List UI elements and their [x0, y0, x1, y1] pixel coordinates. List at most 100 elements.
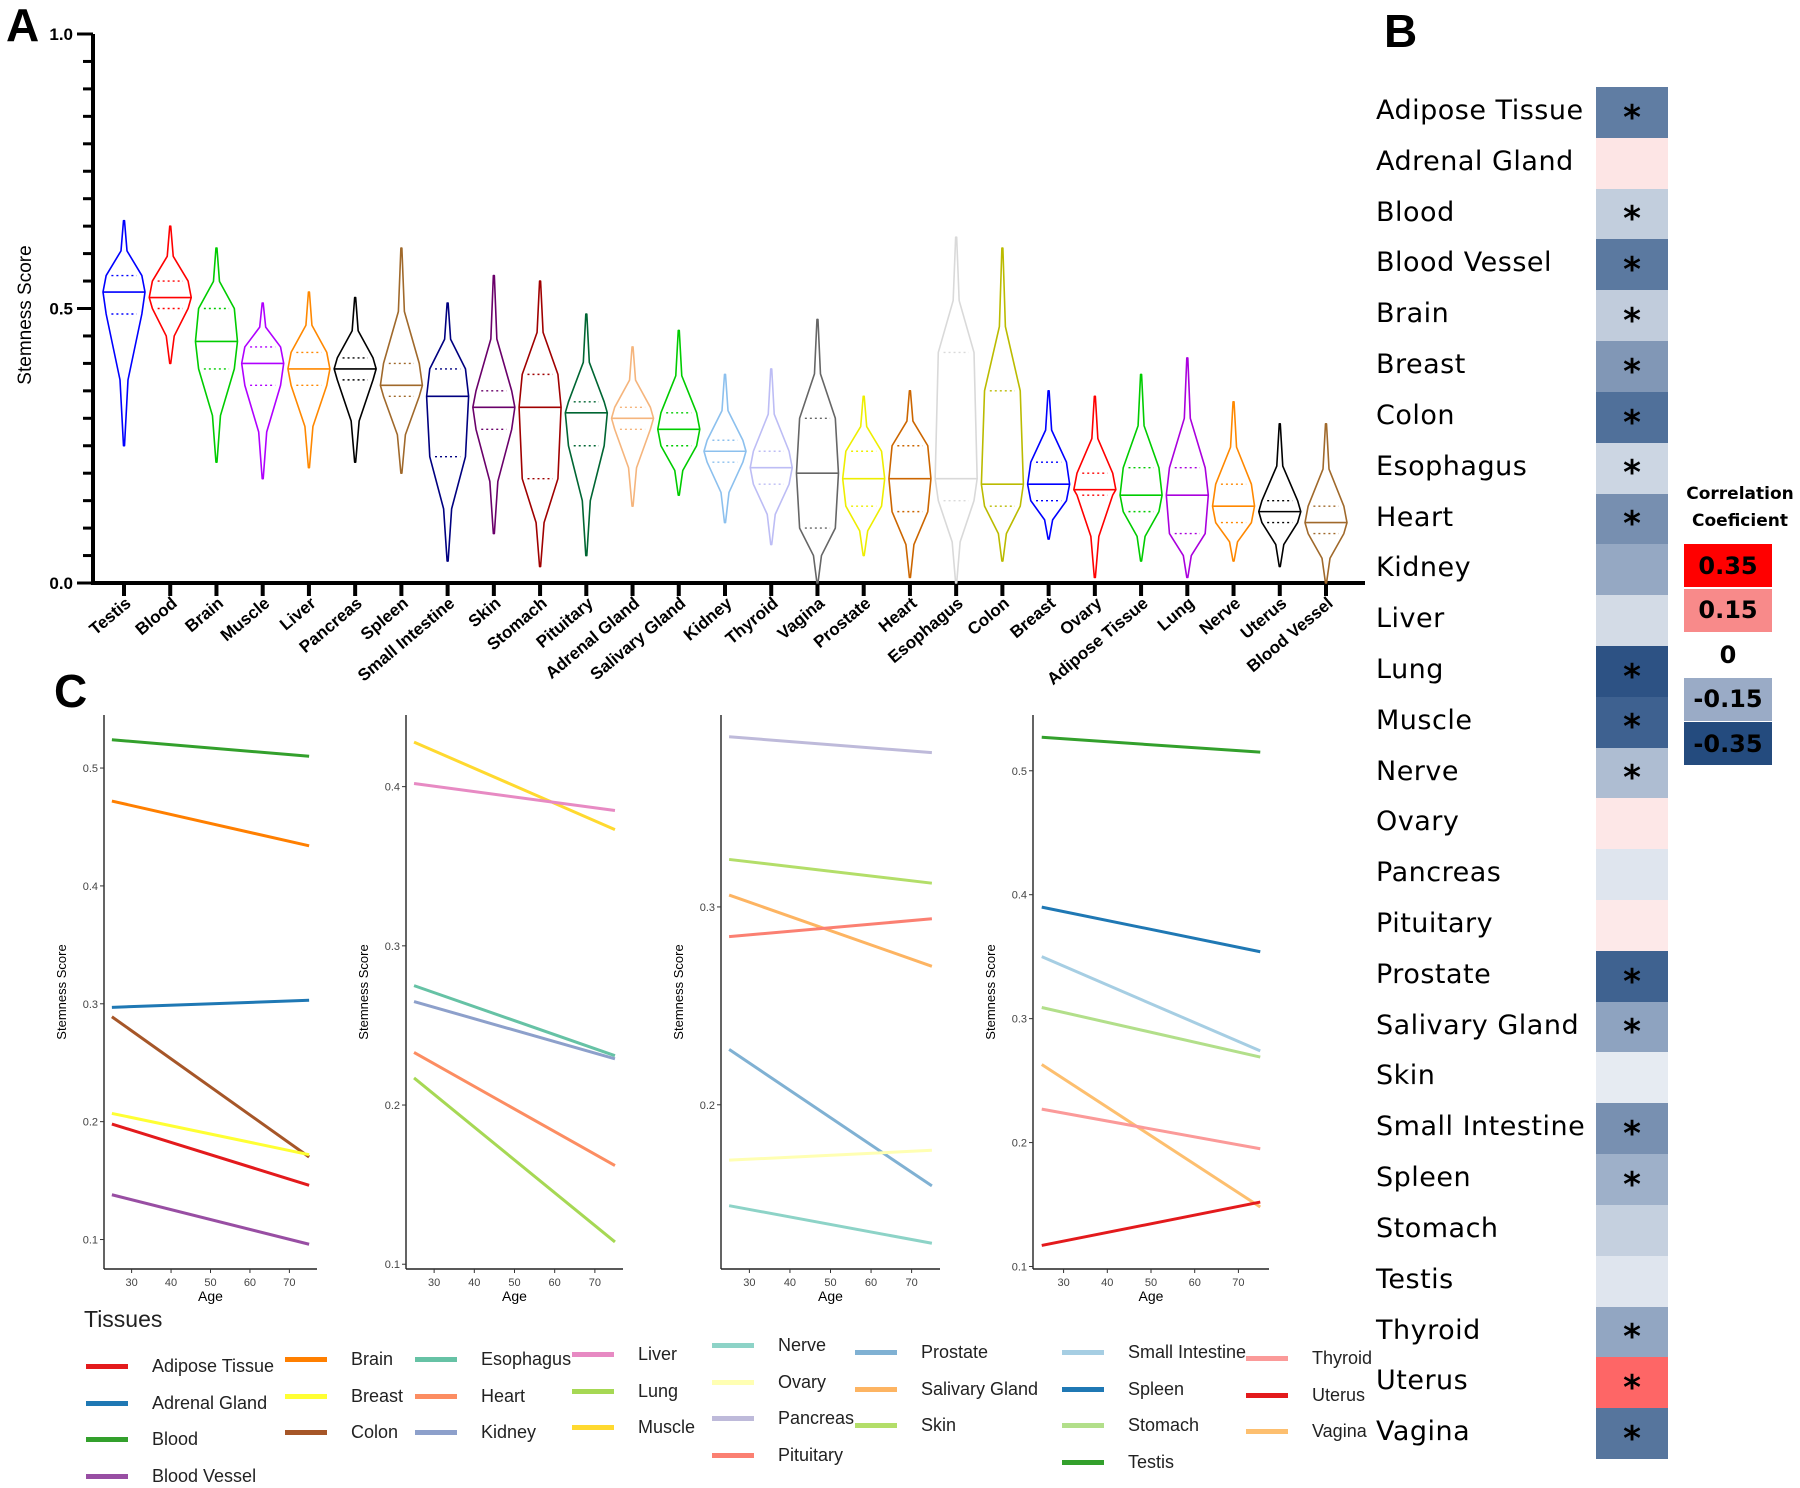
heatmap-row-label: Blood — [1376, 196, 1455, 228]
trend-line-skin — [728, 857, 933, 885]
legend-label: Heart — [481, 1385, 526, 1406]
legend-swatch — [415, 1430, 457, 1435]
heatmap-row-label: Skin — [1376, 1060, 1436, 1092]
heatmap-cell-thyroid: * — [1596, 1306, 1668, 1358]
trend-line-spleen — [1041, 905, 1261, 954]
violin-pituitary — [564, 313, 609, 557]
legend-item-muscle: Muscle — [572, 1417, 695, 1438]
heatmap-row-label: Small Intestine — [1376, 1111, 1586, 1143]
heatmap-row-label: Lung — [1376, 653, 1444, 685]
scale-label: -0.15 — [1693, 685, 1763, 713]
trend-line-nerve — [728, 1204, 933, 1245]
heatmap-row-label: Heart — [1376, 501, 1454, 533]
violin-y-tick-label: 0.5 — [49, 300, 73, 319]
legend-label: Small Intestine — [1128, 1342, 1247, 1362]
trend-line-lung — [413, 1076, 616, 1244]
heatmap-row-label: Pancreas — [1376, 857, 1502, 889]
violin-kidney — [703, 373, 747, 524]
legend-item-small-intestine: Small Intestine — [1062, 1342, 1246, 1363]
heatmap-row-label: Nerve — [1376, 755, 1459, 787]
heatmap-row-label: Liver — [1376, 603, 1445, 635]
legend-label: Brain — [351, 1349, 394, 1369]
significance-asterisk: * — [1623, 453, 1641, 494]
heatmap-cell-pancreas — [1596, 849, 1668, 901]
line-chart-4: 0.10.20.30.40.530 40 50 60 70AgeStemness Sco… — [983, 715, 1269, 1304]
violin-outline — [287, 291, 331, 469]
correlation-scale: 0.35 0.15 0 -0.15 -0.35 — [1684, 544, 1772, 766]
violin-skin — [472, 274, 516, 535]
significance-asterisk: * — [1623, 707, 1641, 748]
significance-asterisk: * — [1623, 1368, 1641, 1409]
line-chart-x-tick-label: 70 — [905, 1277, 917, 1289]
line-chart-2: 0.10.20.30.430 40 50 60 70AgeStemness Score — [356, 715, 623, 1304]
trend-line-esophagus — [413, 984, 616, 1058]
violin-colon — [980, 247, 1025, 562]
significance-asterisk: * — [1623, 300, 1641, 341]
scale-swatch: 0.15 — [1684, 588, 1772, 632]
line-chart-y-tick-label: 0.4 — [1012, 890, 1027, 902]
trend-line-kidney — [413, 1000, 616, 1061]
line-chart-x-tick-label: 30 — [1057, 1277, 1069, 1289]
heatmap-cell-pituitary — [1596, 900, 1668, 952]
line-chart-x-tick-label: 70 — [283, 1277, 295, 1289]
trend-line-liver — [413, 781, 616, 813]
violin-esophagus — [934, 236, 978, 584]
violin-thyroid — [749, 368, 794, 546]
legend-swatch — [572, 1388, 614, 1394]
scale-label: -0.35 — [1693, 729, 1763, 758]
legend-swatch — [285, 1357, 327, 1362]
violin-lung — [1165, 357, 1210, 579]
violin-outline — [1026, 390, 1071, 540]
violin-heart — [888, 390, 932, 579]
heatmap-row-label: Stomach — [1376, 1212, 1499, 1244]
violin-brain — [194, 247, 239, 464]
violin-outline — [934, 236, 978, 584]
violin-vagina — [795, 318, 840, 584]
violin-ovary — [1073, 395, 1117, 579]
heatmap-row-label: Blood Vessel — [1376, 247, 1553, 279]
line-chart-y-tick-label: 0.1 — [1012, 1262, 1027, 1274]
scale-label: 0.35 — [1698, 551, 1758, 580]
trend-line-blood — [111, 738, 310, 758]
legend-label: Pancreas — [778, 1408, 855, 1428]
line-chart-x-tick-label: 60 — [244, 1277, 256, 1289]
line-chart-x-axis-label: Age — [198, 1288, 223, 1304]
line-chart-x-axis-label: Age — [502, 1288, 527, 1304]
violin-outline — [1165, 357, 1210, 579]
legend-item-kidney: Kidney — [415, 1422, 536, 1443]
violin-y-tick-label: 1.0 — [49, 25, 73, 44]
violin-outline — [148, 225, 193, 365]
legend-item-liver: Liver — [572, 1344, 677, 1365]
violin-outline — [564, 313, 609, 557]
trend-line-pancreas — [728, 735, 933, 755]
violin-blood — [148, 225, 193, 365]
line-chart-x-tick-label: 60 — [549, 1277, 561, 1289]
legend-swatch — [86, 1473, 128, 1479]
line-chart-x-tick-label: 70 — [1232, 1277, 1244, 1289]
heatmap-row-label: Pituitary — [1376, 908, 1494, 940]
violin-prostate — [841, 395, 886, 557]
heatmap-cell-brain: * — [1596, 290, 1668, 342]
significance-asterisk: * — [1623, 504, 1641, 545]
legend-swatch — [712, 1343, 754, 1348]
violin-x-tick-label: Breast — [1006, 593, 1059, 642]
heatmap-row-label: Ovary — [1376, 806, 1460, 838]
legend-swatch — [712, 1452, 754, 1458]
legend-swatch — [1062, 1423, 1104, 1428]
legend-item-brain: Brain — [285, 1349, 393, 1370]
heatmap-row-label: Vagina — [1376, 1416, 1471, 1448]
heatmap-row-label: Colon — [1376, 399, 1456, 431]
legend-item-colon: Colon — [285, 1422, 398, 1443]
scale-swatch: 0.35 — [1684, 544, 1772, 587]
line-chart-x-tick-label: 40 — [1101, 1277, 1113, 1289]
legend-item-esophagus: Esophagus — [415, 1349, 571, 1370]
legend-label: Breast — [351, 1385, 404, 1406]
heatmap-row-label: Testis — [1376, 1263, 1454, 1295]
legend-label: Blood — [152, 1429, 199, 1449]
heatmap-cell-blood: * — [1596, 188, 1668, 240]
legend-item-lung: Lung — [572, 1381, 678, 1402]
line-chart-y-tick-label: 0.4 — [83, 881, 98, 893]
violin-nerve — [1211, 401, 1256, 562]
violin-outline — [1304, 422, 1348, 584]
heatmap-cell-esophagus: * — [1596, 442, 1668, 495]
